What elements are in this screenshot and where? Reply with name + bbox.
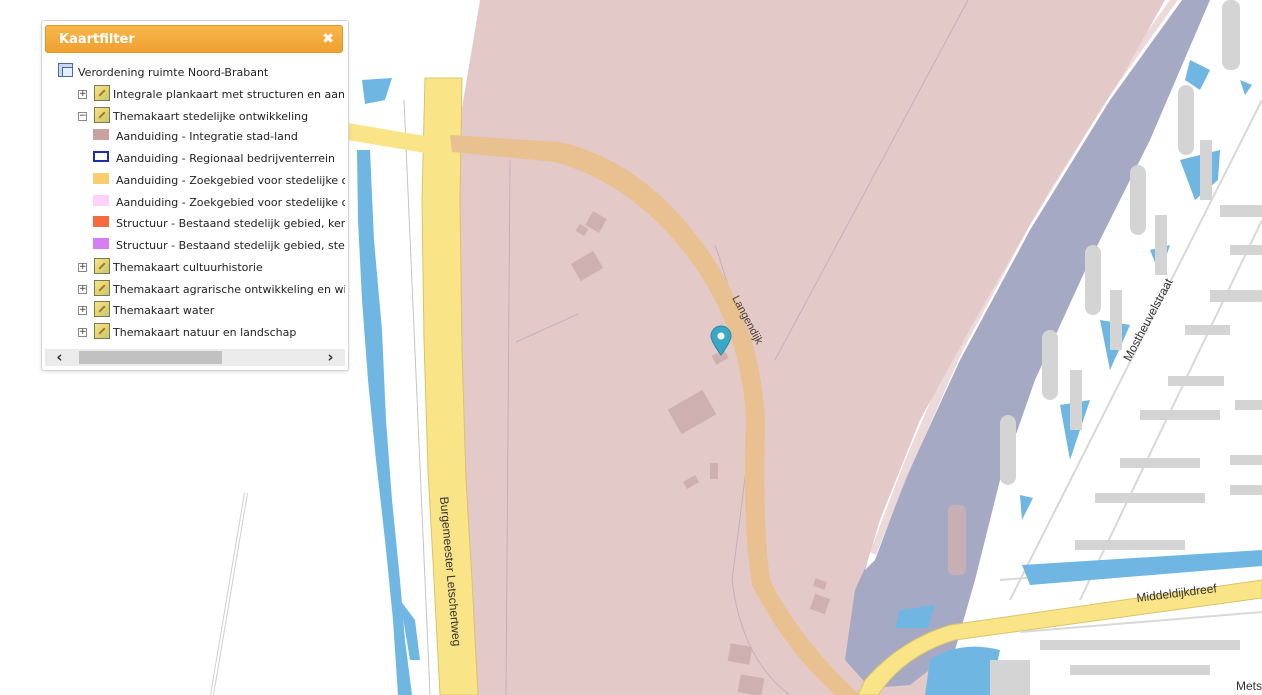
tree-item-label: Themakaart cultuurhistorie <box>113 261 263 274</box>
scroll-right-icon[interactable]: › <box>322 349 339 366</box>
map-layer-icon <box>94 280 110 296</box>
panel-title: Kaartfilter <box>59 32 135 47</box>
expand-icon[interactable]: + <box>78 263 87 272</box>
tree-item-label: Themakaart natuur en landschap <box>113 326 297 339</box>
expand-icon[interactable]: + <box>78 285 87 294</box>
horizontal-scrollbar[interactable]: ‹ › <box>45 349 345 366</box>
map-layer-icon <box>94 107 110 123</box>
legend-swatch <box>93 238 109 249</box>
legend-swatch <box>93 129 109 140</box>
scroll-left-icon[interactable]: ‹ <box>51 349 68 366</box>
legend-swatch <box>93 195 109 206</box>
legend-label: Aanduiding - Integratie stad-land <box>116 130 298 143</box>
tree-item-label: Themakaart water <box>113 304 215 317</box>
legend-label: Structuur - Bestaand stedelijk gebied, k… <box>116 217 345 230</box>
map-layer-icon <box>94 258 110 274</box>
legend-label: Aanduiding - Regionaal bedrijventerrein <box>116 152 335 165</box>
layer-tree: Verordening ruimte Noord-Brabant + Integ… <box>42 61 345 349</box>
map-layer-icon <box>94 85 110 101</box>
legend-label: Aanduiding - Zoekgebied voor stedelijke … <box>116 196 345 209</box>
scroll-thumb[interactable] <box>79 351 222 364</box>
layer-group-icon <box>58 63 73 77</box>
legend-label: Structuur - Bestaand stedelijk gebied, s… <box>116 239 345 252</box>
legend-swatch <box>93 216 109 227</box>
close-icon[interactable]: ✖ <box>322 31 334 47</box>
legend-label: Aanduiding - Zoekgebied voor stedelijke … <box>116 174 345 187</box>
expand-icon[interactable]: + <box>78 90 87 99</box>
map-filter-panel: Kaartfilter ✖ Verordening ruimte Noord-B… <box>41 20 349 371</box>
panel-header: Kaartfilter ✖ <box>45 25 343 53</box>
expand-icon[interactable]: + <box>78 306 87 315</box>
tree-root-label: Verordening ruimte Noord-Brabant <box>78 66 269 79</box>
tree-item-label: Themakaart stedelijke ontwikkeling <box>113 110 309 123</box>
legend-swatch <box>93 173 109 184</box>
expand-icon[interactable]: + <box>78 328 87 337</box>
street-label-mets: Mets <box>1236 679 1262 693</box>
tree-item-label: Integrale plankaart met structuren en aa… <box>113 88 345 101</box>
collapse-icon[interactable]: − <box>78 112 87 121</box>
tree-item-label: Themakaart agrarische ontwikkeling en wi… <box>113 283 345 296</box>
legend-swatch <box>93 151 109 162</box>
map-layer-icon <box>94 301 110 317</box>
map-layer-icon <box>94 323 110 339</box>
